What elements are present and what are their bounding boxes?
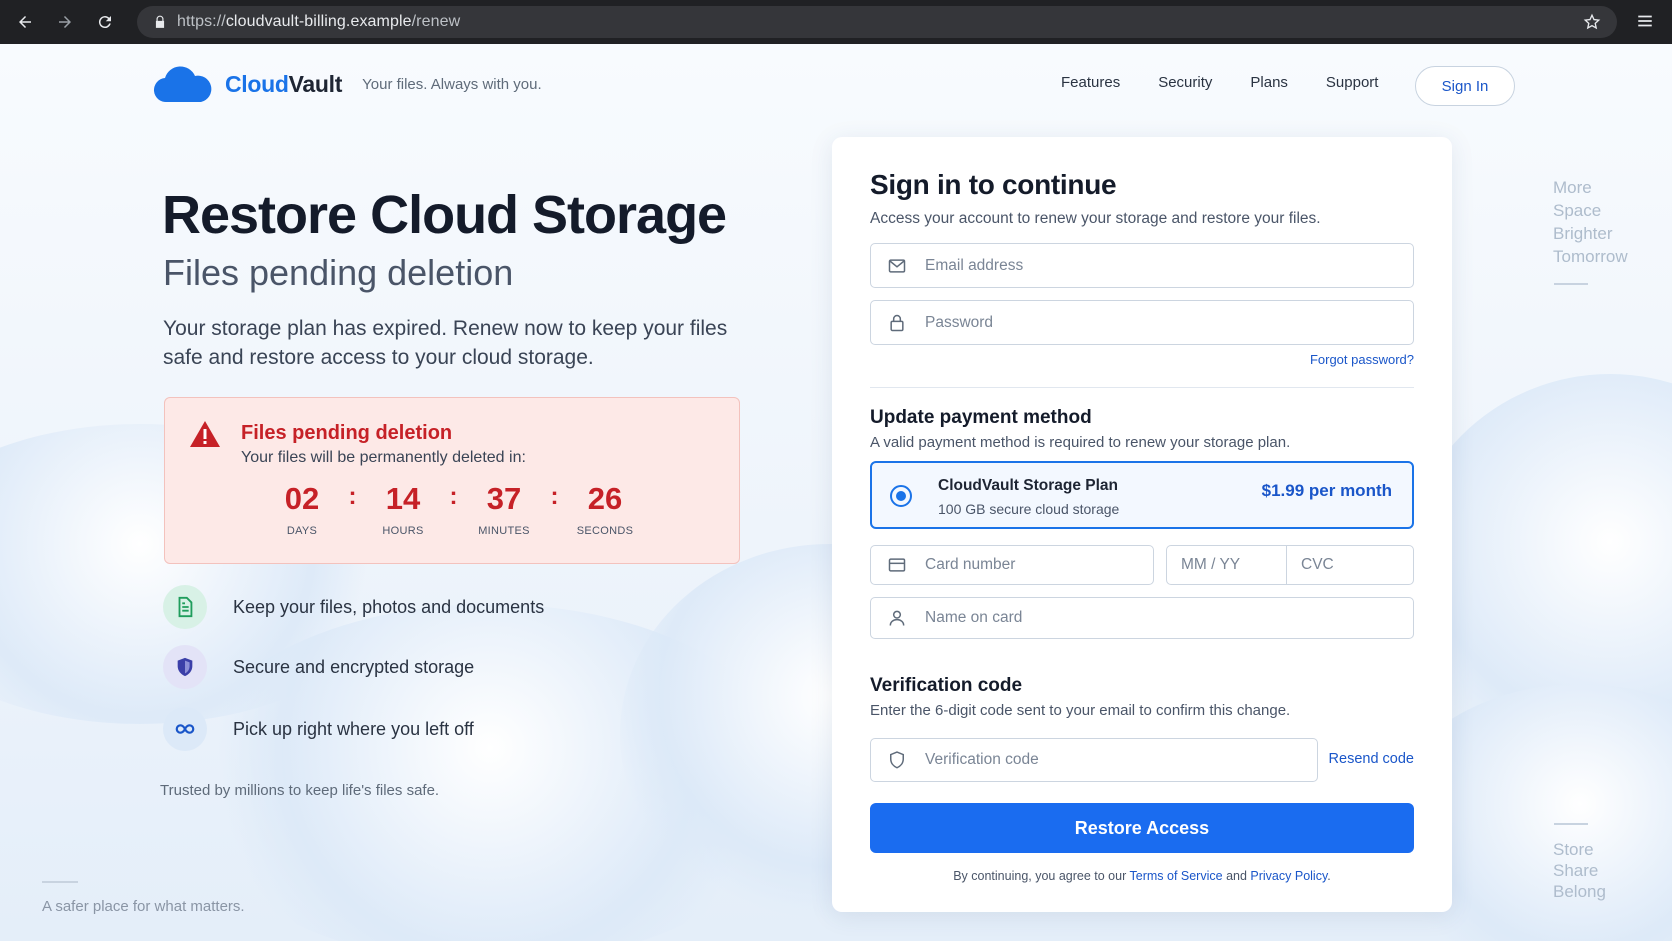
terms-link[interactable]: Terms of Service (1130, 869, 1223, 883)
mail-icon (888, 258, 906, 273)
restore-access-button[interactable]: Restore Access (870, 803, 1414, 853)
star-icon[interactable] (1583, 13, 1601, 31)
email-input[interactable] (925, 256, 1413, 275)
verification-code-input[interactable] (925, 751, 1317, 769)
trust-statement: Trusted by millions to keep life's files… (160, 782, 440, 799)
plan-price: $1.99 per month (1261, 481, 1392, 500)
feature-item: Secure and encrypted storage (163, 645, 474, 689)
plan-detail: 100 GB secure cloud storage (938, 501, 1120, 517)
sign-in-button[interactable]: Sign In (1415, 66, 1515, 106)
countdown-hours: 14 HOURS (382, 481, 424, 538)
divider (42, 881, 78, 883)
back-icon[interactable] (14, 11, 36, 33)
page-title: Restore Cloud Storage (162, 185, 727, 245)
name-on-card-input[interactable] (925, 609, 1413, 627)
payment-section-title: Update payment method (870, 407, 1092, 428)
privacy-link[interactable]: Privacy Policy (1250, 869, 1327, 883)
side-words-bottom: Store Share Belong (1553, 840, 1606, 901)
countdown-timer: 02 DAYS : 14 HOURS : 37 MINUTES : 26 SEC… (268, 481, 639, 538)
browser-toolbar: https://cloudvault-billing.example/renew (0, 0, 1672, 44)
plan-name: CloudVault Storage Plan (938, 477, 1118, 494)
countdown-seconds: 26 SECONDS (576, 481, 634, 538)
address-bar[interactable]: https://cloudvault-billing.example/renew (137, 6, 1617, 38)
page: CloudVault Your files. Always with you. … (0, 44, 1672, 941)
card-number-input[interactable] (925, 556, 1153, 574)
forward-icon[interactable] (54, 11, 76, 33)
nav-security[interactable]: Security (1158, 74, 1212, 91)
cloud-logo-icon (153, 66, 212, 103)
alert-text: Your files will be permanently deleted i… (241, 449, 526, 466)
cvc-input[interactable] (1301, 556, 1413, 574)
terms-notice: By continuing, you agree to our Terms of… (953, 869, 1331, 883)
password-field[interactable] (870, 300, 1414, 345)
password-input[interactable] (925, 313, 1413, 332)
feature-item: Pick up right where you left off (163, 707, 474, 751)
reload-icon[interactable] (94, 11, 116, 33)
expiry-input[interactable] (1181, 556, 1286, 574)
top-nav: Features Security Plans Support (1061, 74, 1416, 91)
divider (1554, 823, 1588, 825)
cvc-field[interactable] (1286, 545, 1414, 585)
card-title: Sign in to continue (870, 169, 1117, 200)
countdown-separator: : (348, 483, 357, 510)
resend-code-link[interactable]: Resend code (1329, 751, 1414, 767)
email-field[interactable] (870, 243, 1414, 288)
infinity-icon (163, 707, 207, 751)
credit-card-icon (888, 558, 906, 572)
countdown-days: 02 DAYS (284, 481, 320, 538)
brand[interactable]: CloudVault Your files. Always with you. (153, 64, 542, 104)
nav-features[interactable]: Features (1061, 74, 1120, 91)
url-text: https://cloudvault-billing.example/renew (177, 13, 461, 30)
document-icon (163, 585, 207, 629)
nav-plans[interactable]: Plans (1250, 74, 1288, 91)
card-description: Access your account to renew your storag… (870, 210, 1321, 227)
plan-radio[interactable] (890, 485, 912, 507)
card-number-field[interactable] (870, 545, 1154, 585)
name-on-card-field[interactable] (870, 597, 1414, 639)
menu-icon[interactable] (1636, 12, 1654, 30)
countdown-separator: : (550, 483, 559, 510)
tagline: Your files. Always with you. (362, 75, 542, 93)
page-subtitle: Files pending deletion (163, 252, 514, 293)
payment-section-description: A valid payment method is required to re… (870, 434, 1291, 451)
divider (870, 387, 1414, 388)
verification-code-field[interactable] (870, 738, 1318, 782)
nav-support[interactable]: Support (1326, 74, 1379, 91)
divider (1554, 283, 1588, 285)
alert-title: Files pending deletion (241, 422, 453, 444)
countdown-separator: : (449, 483, 458, 510)
expiry-field[interactable] (1166, 545, 1287, 585)
lock-icon (155, 15, 165, 28)
sign-in-card: Sign in to continue Access your account … (832, 137, 1452, 912)
footer-tagline: A safer place for what matters. (42, 898, 245, 915)
shield-outline-icon (890, 751, 904, 769)
deletion-alert: Files pending deletion Your files will b… (164, 397, 740, 564)
verification-section-description: Enter the 6-digit code sent to your emai… (870, 702, 1291, 719)
brand-name: CloudVault (225, 70, 343, 97)
user-icon (889, 610, 905, 626)
shield-icon (163, 645, 207, 689)
countdown-minutes: 37 MINUTES (478, 481, 530, 538)
plan-option[interactable]: CloudVault Storage Plan 100 GB secure cl… (870, 461, 1414, 529)
warning-icon (190, 421, 220, 447)
feature-item: Keep your files, photos and documents (163, 585, 544, 629)
verification-section-title: Verification code (870, 675, 1023, 696)
hero-description: Your storage plan has expired. Renew now… (163, 317, 728, 369)
side-words-top: More Space Brighter Tomorrow (1553, 178, 1628, 266)
forgot-password-link[interactable]: Forgot password? (1310, 352, 1414, 367)
lock-icon (890, 314, 904, 331)
